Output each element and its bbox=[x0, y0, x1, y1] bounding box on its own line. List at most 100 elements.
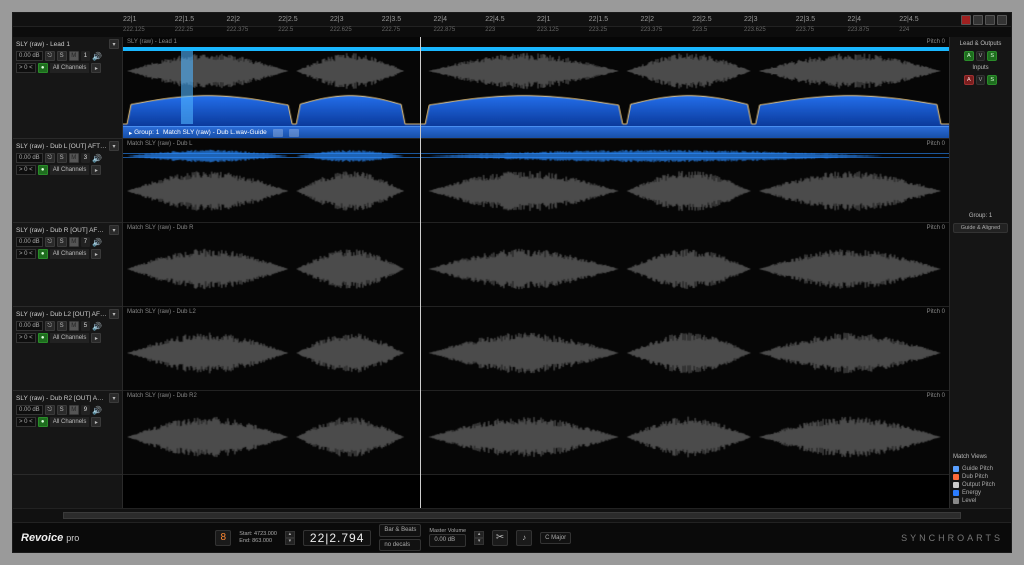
lo-pill-a[interactable]: A bbox=[964, 51, 974, 61]
track-db[interactable]: 0.00 dB bbox=[16, 153, 43, 163]
speaker-icon[interactable]: 🔊 bbox=[92, 153, 102, 163]
track-lane[interactable]: Match SLY (raw) - Dub RPitch 0 bbox=[123, 223, 949, 307]
in-pill-s[interactable]: S bbox=[987, 75, 997, 85]
sidechain[interactable]: > 0 < bbox=[16, 165, 36, 175]
track-collapse-icon[interactable]: ▾ bbox=[109, 225, 119, 235]
window-btn-b[interactable] bbox=[985, 15, 995, 25]
track-output-num[interactable]: 3 bbox=[81, 153, 90, 163]
legend-item[interactable]: Level bbox=[953, 498, 1008, 504]
link-icon[interactable]: ⎋ bbox=[45, 237, 55, 247]
channel-stepper[interactable]: ▸ bbox=[91, 63, 101, 73]
enable-toggle[interactable]: ● bbox=[38, 333, 48, 343]
track-db[interactable]: 0.00 dB bbox=[16, 321, 43, 331]
legend-item[interactable]: Output Pitch bbox=[953, 482, 1008, 488]
track-output-num[interactable]: 7 bbox=[81, 237, 90, 247]
mute-button[interactable]: M bbox=[69, 321, 79, 331]
mute-button[interactable]: M bbox=[69, 237, 79, 247]
channel-select[interactable]: All Channels bbox=[50, 165, 90, 175]
channel-stepper[interactable]: ▸ bbox=[91, 333, 101, 343]
play-icon[interactable]: ▸ bbox=[129, 129, 132, 137]
sidechain[interactable]: > 0 < bbox=[16, 63, 36, 73]
key-select[interactable]: C Major bbox=[540, 532, 571, 544]
speaker-icon[interactable]: 🔊 bbox=[92, 405, 102, 415]
solo-button[interactable]: S bbox=[57, 153, 67, 163]
horizontal-scrollbar[interactable] bbox=[13, 508, 1011, 522]
link-icon[interactable]: ⎋ bbox=[45, 153, 55, 163]
solo-button[interactable]: S bbox=[57, 405, 67, 415]
track-db[interactable]: 0.00 dB bbox=[16, 51, 43, 61]
link-icon[interactable]: ⎋ bbox=[45, 51, 55, 61]
enable-toggle[interactable]: ● bbox=[38, 249, 48, 259]
in-pill-a[interactable]: A bbox=[964, 75, 974, 85]
track-collapse-icon[interactable]: ▾ bbox=[109, 393, 119, 403]
speaker-icon[interactable]: 🔊 bbox=[92, 321, 102, 331]
channel-select[interactable]: All Channels bbox=[50, 63, 90, 73]
time-format-a[interactable]: Bar & Beats bbox=[379, 524, 421, 537]
timeline-area[interactable]: SLY (raw) - Lead 1Pitch 0▸ Group: 1 Matc… bbox=[123, 37, 949, 508]
legend-item[interactable]: Energy bbox=[953, 490, 1008, 496]
lo-pill-s[interactable]: S bbox=[987, 51, 997, 61]
track-db[interactable]: 0.00 dB bbox=[16, 405, 43, 415]
track-header[interactable]: SLY (raw) - Lead 1 ▾ 0.00 dB ⎋ S M 1 🔊 >… bbox=[13, 37, 122, 139]
sidechain[interactable]: > 0 < bbox=[16, 333, 36, 343]
lo-pill-v[interactable]: V bbox=[976, 51, 986, 61]
mute-button[interactable]: M bbox=[69, 405, 79, 415]
scroll-thumb[interactable] bbox=[63, 512, 961, 519]
group-btn-a[interactable] bbox=[273, 129, 283, 137]
scissors-icon[interactable]: ✂ bbox=[492, 530, 508, 546]
track-header[interactable]: SLY (raw) - Dub R2 [OUT] AFTER ▾ 0.00 dB… bbox=[13, 391, 122, 475]
solo-button[interactable]: S bbox=[57, 51, 67, 61]
solo-button[interactable]: S bbox=[57, 321, 67, 331]
mute-button[interactable]: M bbox=[69, 51, 79, 61]
mute-button[interactable]: M bbox=[69, 153, 79, 163]
track-lane[interactable]: SLY (raw) - Lead 1Pitch 0▸ Group: 1 Matc… bbox=[123, 37, 949, 139]
track-header[interactable]: SLY (raw) - Dub L2 [OUT] AFTER ▾ 0.00 dB… bbox=[13, 307, 122, 391]
range-stepper[interactable]: ▴▾ bbox=[285, 531, 295, 545]
link-icon[interactable]: ⎋ bbox=[45, 405, 55, 415]
vol-stepper[interactable]: ▴▾ bbox=[474, 531, 484, 545]
group-strip[interactable]: ▸ Group: 1 Match SLY (raw) - Dub L.wav-G… bbox=[123, 126, 949, 138]
speaker-icon[interactable]: 🔊 bbox=[92, 51, 102, 61]
timeline-ruler-sub[interactable]: 222.125222.25222.375222.5222.625222.7522… bbox=[13, 27, 1011, 37]
track-output-num[interactable]: 9 bbox=[81, 405, 90, 415]
legend-item[interactable]: Guide Pitch bbox=[953, 466, 1008, 472]
track-lane[interactable]: Match SLY (raw) - Dub L2Pitch 0 bbox=[123, 307, 949, 391]
master-vol[interactable]: 0.00 dB bbox=[429, 534, 466, 547]
legend-item[interactable]: Dub Pitch bbox=[953, 474, 1008, 480]
track-collapse-icon[interactable]: ▾ bbox=[109, 309, 119, 319]
track-output-num[interactable]: 1 bbox=[81, 51, 90, 61]
enable-toggle[interactable]: ● bbox=[38, 165, 48, 175]
sidechain[interactable]: > 0 < bbox=[16, 249, 36, 259]
track-output-num[interactable]: 5 bbox=[81, 321, 90, 331]
enable-toggle[interactable]: ● bbox=[38, 63, 48, 73]
channel-stepper[interactable]: ▸ bbox=[91, 417, 101, 427]
link-icon[interactable]: ⎋ bbox=[45, 321, 55, 331]
channel-select[interactable]: All Channels bbox=[50, 333, 90, 343]
track-lane[interactable]: Match SLY (raw) - Dub R2Pitch 0 bbox=[123, 391, 949, 475]
group-btn-b[interactable] bbox=[289, 129, 299, 137]
track-header[interactable]: SLY (raw) - Dub R [OUT] AFTER ▾ 0.00 dB … bbox=[13, 223, 122, 307]
time-selection[interactable] bbox=[181, 49, 193, 124]
transport-position[interactable]: 22|2.794 bbox=[303, 530, 372, 546]
window-btn-a[interactable] bbox=[973, 15, 983, 25]
selection-bar[interactable] bbox=[123, 47, 949, 51]
channel-stepper[interactable]: ▸ bbox=[91, 165, 101, 175]
track-header[interactable]: SLY (raw) - Dub L [OUT] AFTER ▾ 0.00 dB … bbox=[13, 139, 122, 223]
speaker-icon[interactable]: 🔊 bbox=[92, 237, 102, 247]
tuning-icon[interactable]: ♪ bbox=[516, 530, 532, 546]
group-select[interactable]: Guide & Aligned bbox=[953, 223, 1008, 233]
channel-select[interactable]: All Channels bbox=[50, 249, 90, 259]
lock-icon[interactable]: 8 bbox=[215, 530, 231, 546]
timeline-ruler-bars[interactable]: 22|122|1.522|222|2.522|322|3.522|422|4.5… bbox=[13, 13, 1011, 27]
track-collapse-icon[interactable]: ▾ bbox=[109, 39, 119, 49]
channel-select[interactable]: All Channels bbox=[50, 417, 90, 427]
track-collapse-icon[interactable]: ▾ bbox=[109, 141, 119, 151]
track-lane[interactable]: Match SLY (raw) - Dub LPitch 0 bbox=[123, 139, 949, 223]
time-format-b[interactable]: no decals bbox=[379, 539, 421, 552]
in-pill-v[interactable]: V bbox=[976, 75, 986, 85]
channel-stepper[interactable]: ▸ bbox=[91, 249, 101, 259]
window-btn-c[interactable] bbox=[997, 15, 1007, 25]
sidechain[interactable]: > 0 < bbox=[16, 417, 36, 427]
solo-button[interactable]: S bbox=[57, 237, 67, 247]
close-icon[interactable] bbox=[961, 15, 971, 25]
